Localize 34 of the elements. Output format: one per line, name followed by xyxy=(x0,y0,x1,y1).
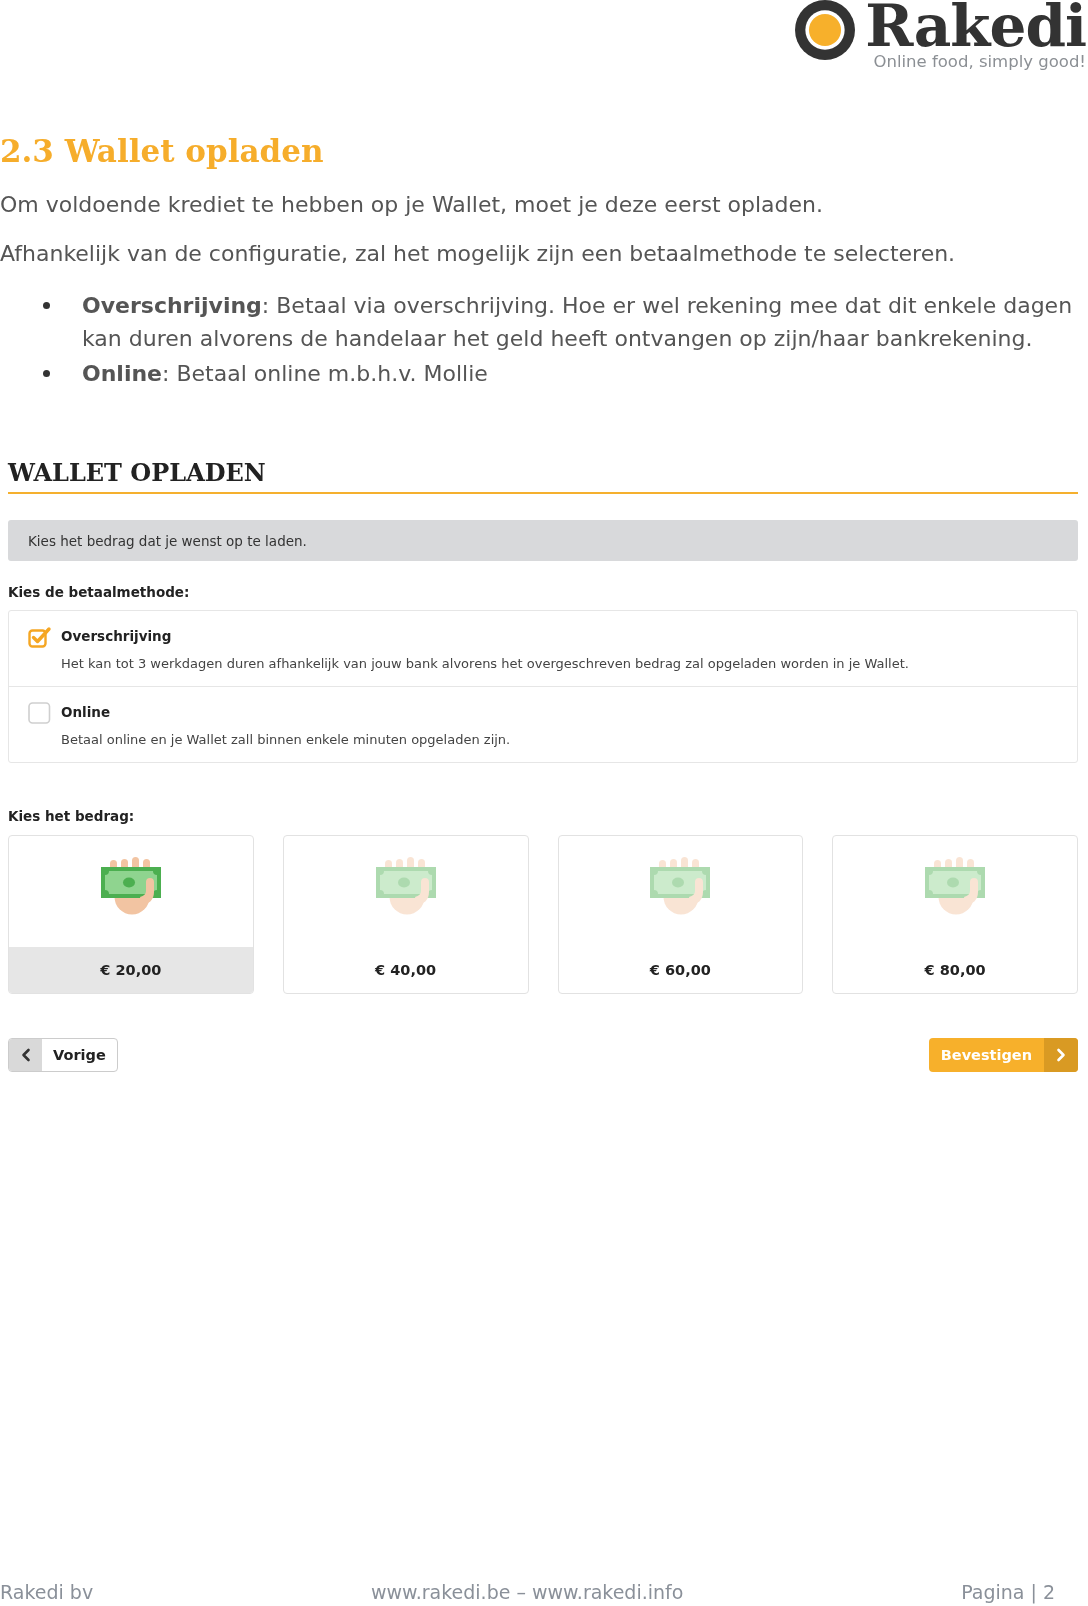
back-button[interactable]: Vorige xyxy=(8,1038,118,1072)
checkbox[interactable] xyxy=(28,626,52,648)
bullet-text: Online: Betaal online m.b.h.v. Mollie xyxy=(82,360,488,388)
body-paragraph: Om voldoende krediet te hebben op je Wallet, moet je deze eerst opladen. xyxy=(0,191,823,219)
amount-card[interactable]: € 40,00 xyxy=(282,835,529,994)
option-label: Online xyxy=(61,703,111,722)
chevron-right-icon xyxy=(1044,1038,1078,1072)
body-paragraph: Afhankelijk van de configuratie, zal het mogelijk zijn een betaalmethode te selecteren. xyxy=(0,240,956,268)
brand-tagline: Online food, simply good! xyxy=(873,52,1086,72)
cash-in-hand-icon xyxy=(375,857,436,915)
field-label: Kies de betaalmethode: xyxy=(8,583,190,601)
chevron-left-icon xyxy=(9,1039,42,1071)
panel-title: WALLET OPLADEN xyxy=(8,460,266,486)
bullet-icon xyxy=(43,302,50,309)
page-number: Pagina | 2 xyxy=(961,1580,1055,1606)
option-description: Betaal online en je Wallet zall binnen enkele minuten opgeladen zijn. xyxy=(61,731,511,749)
amount-card[interactable]: € 20,00 xyxy=(8,835,254,994)
bullet-icon xyxy=(43,370,50,377)
field-label: Kies het bedrag: xyxy=(8,807,135,825)
footer-websites: www.rakedi.be – www.rakedi.info xyxy=(370,1580,684,1605)
cash-in-hand-icon xyxy=(925,857,986,915)
brand-name: Rakedi xyxy=(865,0,1086,52)
footer-company: Rakedi bv xyxy=(0,1580,94,1605)
option-description: Het kan tot 3 werkdagen duren afhankelijk van jouw bank alvorens het overgeschreven bedrag zal opgeladen worden in je Wallet. xyxy=(61,655,909,673)
amount-card[interactable]: € 60,00 xyxy=(557,835,804,994)
info-message: Kies het bedrag dat je wenst op te laden. xyxy=(8,520,1078,561)
option-label: Overschrijving xyxy=(61,627,172,646)
section-heading: 2.3 Wallet opladen xyxy=(0,133,324,169)
cash-in-hand-icon xyxy=(100,857,161,915)
amount-card[interactable]: € 80,00 xyxy=(832,835,1078,994)
checkbox[interactable] xyxy=(28,702,52,724)
bullet-text: Overschrijving: Betaal via overschrijving. Hoe er wel rekening mee dat dit enkele dagen kan duren alvorens de handelaar het geld heeft ontvangen op zijn/haar bankrekening. xyxy=(82,292,1074,353)
logo-ring-icon xyxy=(795,0,856,60)
cash-in-hand-icon xyxy=(650,857,711,915)
